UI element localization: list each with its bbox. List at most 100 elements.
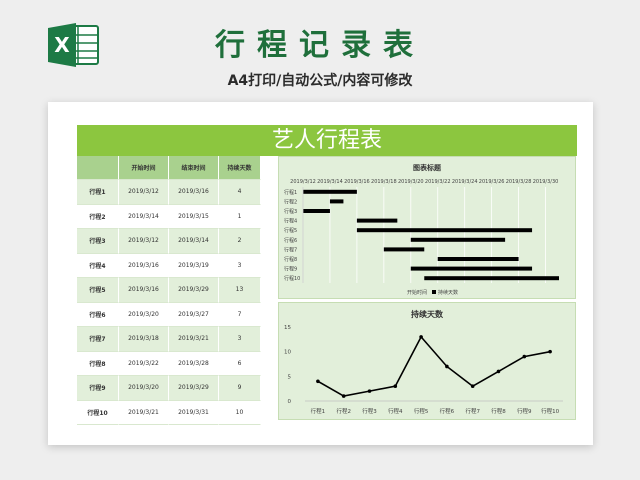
table-row[interactable]: 行程1 2019/3/12 2019/3/16 4 — [77, 180, 261, 205]
gantt-y-tick-label: 行程9 — [284, 266, 297, 273]
end-date-cell[interactable]: 2019/3/15 — [169, 204, 219, 229]
duration-cell[interactable]: 3 — [219, 253, 261, 278]
line-point — [445, 364, 449, 369]
duration-cell[interactable]: 13 — [219, 278, 261, 303]
duration-cell[interactable]: 2 — [219, 229, 261, 254]
gantt-x-tick-label: 2019/3/14 — [317, 179, 343, 185]
line-x-tick-label: 行程9 — [517, 407, 532, 415]
end-date-cell[interactable]: 2019/3/27 — [169, 302, 219, 327]
end-date-cell[interactable]: 2019/3/28 — [169, 351, 219, 376]
gantt-bar — [303, 209, 330, 213]
table-row[interactable]: 行程7 2019/3/18 2019/3/21 3 — [77, 327, 261, 352]
start-date-cell[interactable]: 2019/3/20 — [119, 302, 169, 327]
start-date-cell[interactable]: 2019/3/12 — [119, 180, 169, 205]
schedule-table: 开始时间 结束时间 持续天数 行程1 2019/3/12 2019/3/16 4 行程2… — [77, 156, 261, 425]
duration-cell[interactable]: 9 — [219, 376, 261, 401]
table-row[interactable]: 行程5 2019/3/16 2019/3/29 13 — [77, 278, 261, 303]
line-point — [419, 335, 423, 339]
trip-name-cell[interactable]: 行程9 — [77, 376, 119, 401]
trip-name-cell[interactable]: 行程8 — [77, 351, 119, 376]
line-chart: 持续天数 0 5 10 15 行程1 行程2 行程3 行程4 行程5 行程6 行程7 行程8 行程9 行程… — [278, 302, 576, 420]
start-date-cell[interactable]: 2019/3/14 — [119, 204, 169, 229]
table-row[interactable]: 行程2 2019/3/14 2019/3/15 1 — [77, 204, 261, 229]
gantt-x-tick-label: 2019/3/26 — [479, 179, 505, 185]
gantt-x-tick-label: 2019/3/12 — [290, 179, 316, 185]
gantt-bar — [356, 218, 398, 223]
duration-cell[interactable]: 4 — [219, 180, 261, 205]
table-row[interactable]: 行程10 2019/3/21 2019/3/31 10 — [77, 400, 261, 425]
end-date-cell[interactable]: 2019/3/19 — [169, 253, 219, 278]
table-header-cell — [77, 156, 119, 180]
table-row[interactable]: 行程4 2019/3/16 2019/3/19 3 — [77, 253, 261, 278]
line-point — [470, 384, 475, 388]
start-date-cell[interactable]: 2019/3/16 — [119, 278, 169, 303]
end-date-cell[interactable]: 2019/3/16 — [169, 180, 219, 205]
line-y-tick-label: 5 — [288, 374, 292, 380]
gantt-x-tick-label: 2019/3/16 — [344, 179, 370, 185]
start-date-cell[interactable]: 2019/3/21 — [119, 400, 169, 425]
gantt-y-tick-label: 行程7 — [284, 246, 297, 253]
gantt-x-tick-label: 2019/3/28 — [506, 179, 532, 185]
gantt-bar — [303, 189, 357, 194]
line-point — [316, 379, 320, 384]
duration-cell[interactable]: 10 — [219, 400, 261, 425]
start-date-cell[interactable]: 2019/3/12 — [119, 229, 169, 254]
gantt-y-tick-label: 行程10 — [284, 275, 300, 282]
table-row[interactable]: 行程6 2019/3/20 2019/3/27 7 — [77, 302, 261, 327]
duration-cell[interactable]: 3 — [219, 327, 261, 352]
gantt-legend-label: 开始时间 — [407, 289, 427, 296]
trip-name-cell[interactable]: 行程1 — [77, 180, 119, 205]
line-y-tick-label: 0 — [288, 399, 292, 405]
gantt-x-tick-label: 2019/3/30 — [533, 179, 559, 185]
line-x-tick-label: 行程7 — [465, 407, 480, 415]
line-y-tick-label: 15 — [284, 325, 291, 331]
trip-name-cell[interactable]: 行程6 — [77, 302, 119, 327]
line-x-tick-label: 行程5 — [414, 407, 429, 415]
trip-name-cell[interactable]: 行程2 — [77, 204, 119, 229]
gantt-x-tick-label: 2019/3/20 — [398, 179, 424, 185]
trip-name-cell[interactable]: 行程4 — [77, 253, 119, 278]
gantt-x-tick-label: 2019/3/18 — [371, 179, 397, 185]
gantt-bar — [329, 199, 344, 204]
line-x-tick-label: 行程4 — [388, 407, 403, 415]
gantt-y-tick-label: 行程8 — [284, 256, 297, 263]
line-x-tick-label: 行程2 — [336, 407, 351, 415]
trip-name-cell[interactable]: 行程7 — [77, 327, 119, 352]
line-point — [367, 389, 372, 393]
line-point — [522, 354, 527, 359]
gantt-y-tick-label: 行程5 — [284, 227, 297, 234]
line-plot: 0 5 10 15 行程1 行程2 行程3 行程4 行程5 行程6 行程7 行程8 行程9 行程10 — [284, 325, 563, 415]
duration-cell[interactable]: 1 — [219, 204, 261, 229]
table-row[interactable]: 行程3 2019/3/12 2019/3/14 2 — [77, 229, 261, 254]
gantt-bar — [383, 247, 425, 252]
line-x-tick-label: 行程1 — [311, 407, 326, 415]
table-header-cell: 开始时间 — [119, 156, 169, 180]
start-date-cell[interactable]: 2019/3/16 — [119, 253, 169, 278]
table-row[interactable]: 行程8 2019/3/22 2019/3/28 6 — [77, 351, 261, 376]
duration-cell[interactable]: 6 — [219, 351, 261, 376]
gantt-y-tick-label: 行程2 — [284, 198, 297, 205]
end-date-cell[interactable]: 2019/3/14 — [169, 229, 219, 254]
gantt-bar — [356, 228, 533, 233]
gantt-y-tick-label: 行程4 — [284, 218, 297, 225]
table-header-row: 开始时间 结束时间 持续天数 — [77, 156, 261, 180]
line-point — [548, 349, 552, 354]
line-x-tick-label: 行程8 — [491, 407, 506, 415]
gantt-y-tick-label: 行程3 — [284, 208, 297, 215]
trip-name-cell[interactable]: 行程5 — [77, 278, 119, 303]
trip-name-cell[interactable]: 行程3 — [77, 229, 119, 254]
line-point — [496, 369, 501, 374]
gantt-bar — [410, 237, 506, 242]
end-date-cell[interactable]: 2019/3/29 — [169, 278, 219, 303]
end-date-cell[interactable]: 2019/3/31 — [169, 400, 219, 425]
end-date-cell[interactable]: 2019/3/29 — [169, 376, 219, 401]
table-row[interactable]: 行程9 2019/3/20 2019/3/29 9 — [77, 376, 261, 401]
trip-name-cell[interactable]: 行程10 — [77, 400, 119, 425]
start-date-cell[interactable]: 2019/3/22 — [119, 351, 169, 376]
end-date-cell[interactable]: 2019/3/21 — [169, 327, 219, 352]
page-title: 行程记录表 — [215, 28, 425, 63]
start-date-cell[interactable]: 2019/3/20 — [119, 376, 169, 401]
duration-cell[interactable]: 7 — [219, 302, 261, 327]
start-date-cell[interactable]: 2019/3/18 — [119, 327, 169, 352]
table-body: 行程1 2019/3/12 2019/3/16 4 行程2 2019/3/14 2019/3… — [77, 180, 261, 425]
